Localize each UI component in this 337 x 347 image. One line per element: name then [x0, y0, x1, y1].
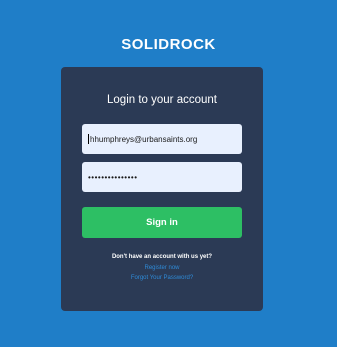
brand-logo-text: SOLIDROCK	[121, 36, 216, 53]
sign-in-button[interactable]: Sign in	[82, 207, 242, 238]
login-title: Login to your account	[107, 94, 217, 106]
password-field[interactable]: •••••••••••••••	[82, 162, 242, 192]
password-value: •••••••••••••••	[88, 172, 138, 182]
no-account-prompt: Don't have an account with us yet?	[111, 254, 213, 260]
email-value: hhumphreys@urbansaints.org	[90, 134, 198, 144]
forgot-password-link[interactable]: Forgot Your Password?	[61, 275, 263, 281]
register-link[interactable]: Register now	[61, 265, 263, 271]
login-card: Login to your account hhumphreys@urbansa…	[61, 67, 263, 311]
email-field[interactable]: hhumphreys@urbansaints.org	[82, 124, 242, 154]
text-cursor	[88, 134, 89, 144]
